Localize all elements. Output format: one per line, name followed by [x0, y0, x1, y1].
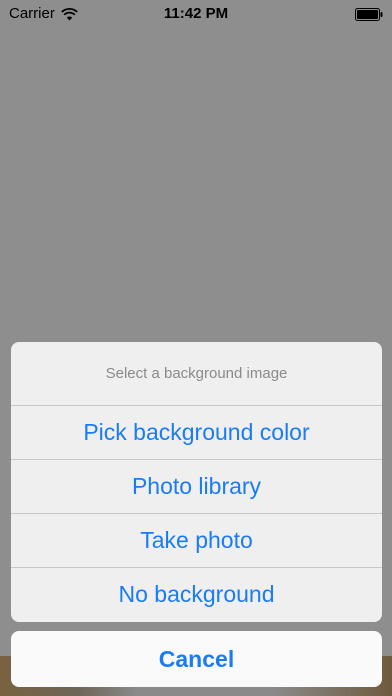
pick-background-color-button[interactable]: Pick background color [11, 406, 382, 460]
status-time: 11:42 PM [163, 5, 229, 22]
take-photo-button[interactable]: Take photo [11, 514, 382, 568]
battery-icon [355, 8, 383, 21]
status-bar: Carrier 11:42 PM [0, 0, 392, 28]
cancel-button[interactable]: Cancel [11, 631, 382, 687]
action-sheet: Select a background image Pick backgroun… [11, 342, 382, 622]
photo-library-button[interactable]: Photo library [11, 460, 382, 514]
no-background-button[interactable]: No background [11, 568, 382, 621]
action-sheet-title: Select a background image [11, 342, 382, 406]
